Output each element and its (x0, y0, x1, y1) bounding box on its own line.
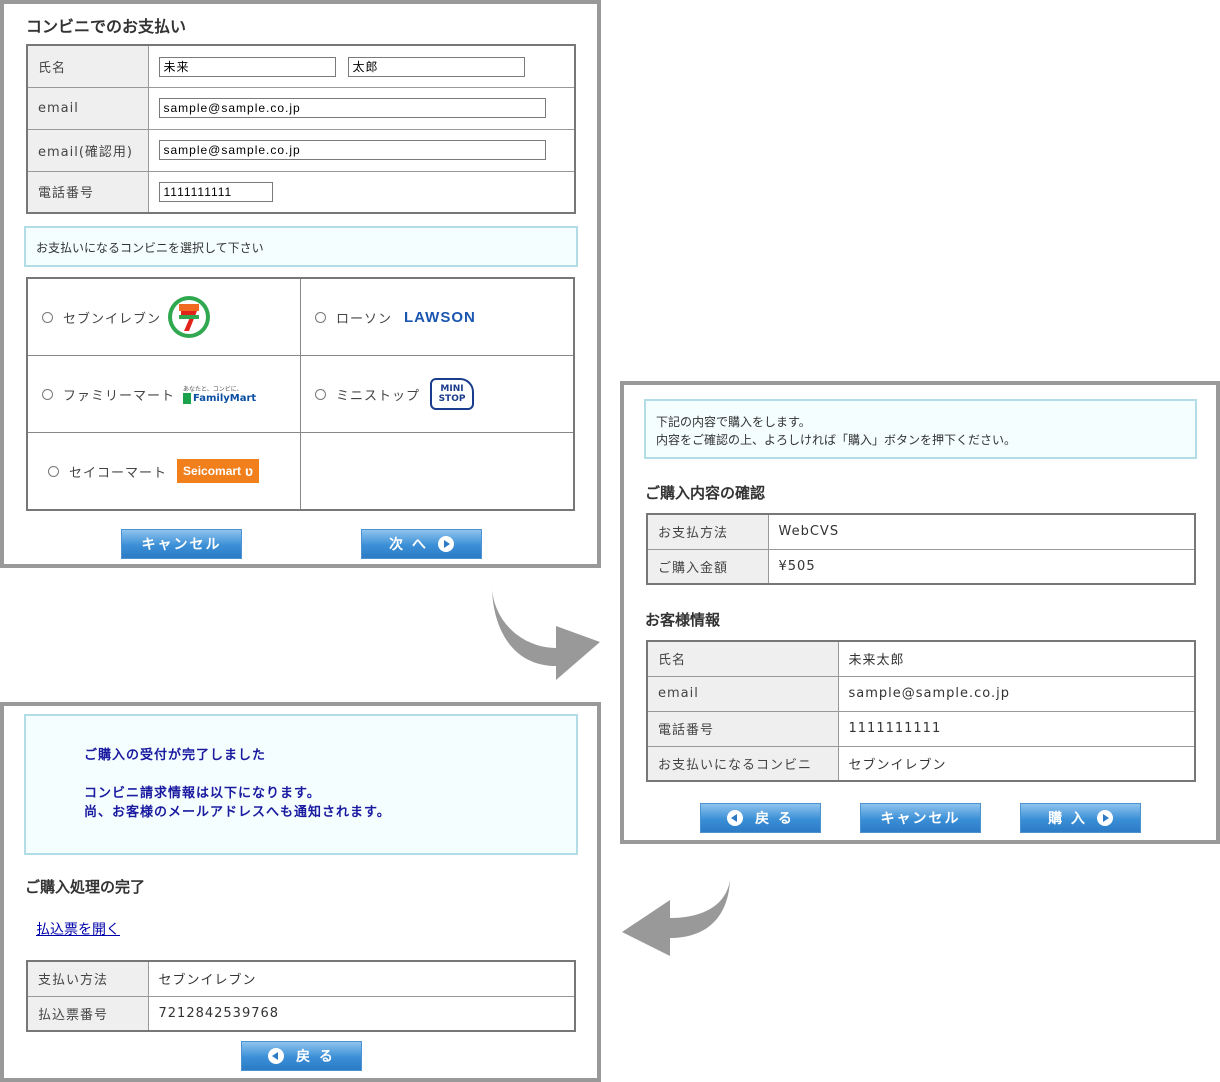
store-name: ローソン (336, 311, 393, 327)
order-section-title: ご購入内容の確認 (645, 484, 766, 502)
ministop-logo-line2: STOP (438, 394, 466, 404)
store-name: セイコーマート (69, 465, 168, 481)
notice-line-2: 内容をご確認の上、よろしければ「購入」ボタンを押下ください。 (656, 433, 1017, 447)
completion-section-title: ご購入処理の完了 (25, 878, 146, 896)
purchase-button-label: 購 入 (1048, 811, 1087, 827)
customer-phone-value: 1111111111 (837, 710, 1196, 747)
next-button-label: 次 へ (389, 537, 428, 553)
flow-arrow-left-icon (622, 880, 730, 956)
back-button-label: 戻 る (755, 811, 794, 827)
cancel-button-label: キャンセル (880, 811, 961, 827)
radio-button[interactable] (42, 388, 53, 400)
customer-phone-label: 電話番号 (646, 710, 839, 747)
confirm-notice: 下記の内容で購入をします。 内容をご確認の上、よろしければ「購入」ボタンを押下く… (644, 399, 1197, 459)
store-option-familymart[interactable]: ファミリーマート あなたと、コンビに、 FamilyMart (28, 384, 300, 404)
store-name: ミニストップ (336, 388, 421, 404)
store-name: ファミリーマート (63, 388, 176, 404)
email-input[interactable]: sample@sample.co.jp (158, 97, 546, 118)
seven-eleven-logo (168, 296, 211, 338)
phone-input[interactable]: 1111111111 (158, 181, 273, 202)
completion-notice: ご購入の受付が完了しました コンビニ請求情報は以下になります。 尚、お客様のメー… (24, 714, 578, 855)
cancel-button[interactable]: キャンセル (121, 529, 242, 559)
customer-form-table: 氏名 未来 太郎 email sample@sample.co.jp email… (26, 44, 576, 214)
store-option-ministop[interactable]: ミニストップ MINI STOP (301, 378, 573, 410)
cancel-button-label: キャンセル (141, 537, 222, 553)
payment-method-value: WebCVS (767, 513, 1196, 550)
customer-email-value: sample@sample.co.jp (837, 675, 1196, 712)
completion-message-line-2: コンビニ請求情報は以下になります。 (84, 786, 321, 801)
flow-arrow-right-icon (492, 590, 600, 680)
customer-store-value: セブンイレブン (837, 745, 1196, 782)
payment-method-label: お支払方法 (646, 513, 769, 550)
cancel-button[interactable]: キャンセル (860, 803, 981, 833)
back-button-label: 戻 る (296, 1049, 335, 1065)
arrow-left-icon (268, 1048, 285, 1064)
radio-button[interactable] (42, 311, 53, 323)
ministop-logo-line1: MINI (440, 384, 464, 394)
back-button[interactable]: 戻 る (700, 803, 821, 833)
arrow-left-icon (727, 810, 744, 826)
store-option-lawson[interactable]: ローソン LAWSON (301, 308, 573, 327)
radio-button[interactable] (48, 465, 59, 477)
back-button[interactable]: 戻 る (241, 1041, 362, 1071)
radio-button[interactable] (315, 388, 326, 400)
store-option-seicomart[interactable]: セイコーマート Seicomart ʋ (28, 459, 300, 483)
confirm-panel: 下記の内容で購入をします。 内容をご確認の上、よろしければ「購入」ボタンを押下く… (620, 381, 1220, 844)
order-table: お支払方法 WebCVS ご購入金額 ¥505 (646, 513, 1196, 585)
completion-message-line-1: ご購入の受付が完了しました (84, 748, 267, 763)
open-payment-slip-link[interactable]: 払込票を開く (36, 919, 120, 939)
completion-panel: ご購入の受付が完了しました コンビニ請求情報は以下になります。 尚、お客様のメー… (0, 702, 601, 1082)
page-title: コンビニでのお支払い (26, 17, 187, 36)
familymart-logo: あなたと、コンビに、 FamilyMart (183, 384, 256, 404)
store-name: セブンイレブン (63, 311, 162, 327)
completion-message-line-3: 尚、お客様のメールアドレスへも通知されます。 (84, 805, 391, 820)
payment-result-table: 支払い方法 セブンイレブン 払込票番号 7212842539768 (26, 960, 576, 1032)
store-selection-grid: セブンイレブン ローソン LAWSON ファミリーマート あなたと、コンビに、 … (26, 277, 575, 511)
ministop-logo: MINI STOP (430, 378, 475, 410)
pay-method-value: セブンイレブン (147, 960, 576, 997)
notice-line-1: 下記の内容で購入をします。 (656, 415, 811, 429)
customer-info-table: 氏名 未来太郎 email sample@sample.co.jp 電話番号 1… (646, 640, 1196, 782)
email-confirm-label: email(確認用) (26, 128, 149, 172)
arrow-right-icon (1096, 810, 1113, 826)
empty-cell (300, 432, 575, 511)
customer-store-label: お支払いになるコンビニ (646, 745, 839, 782)
store-option-seven-eleven[interactable]: セブンイレブン (28, 295, 300, 339)
purchase-button[interactable]: 購 入 (1020, 803, 1141, 833)
familymart-wordmark: FamilyMart (183, 393, 256, 404)
customer-name-value: 未来太郎 (837, 640, 1196, 677)
phone-label: 電話番号 (26, 170, 149, 214)
email-confirm-input[interactable]: sample@sample.co.jp (158, 139, 546, 160)
pay-method-label: 支払い方法 (26, 960, 149, 997)
lawson-logo: LAWSON (404, 308, 476, 326)
customer-name-label: 氏名 (646, 640, 839, 677)
arrow-right-icon (437, 536, 454, 552)
radio-button[interactable] (315, 311, 326, 323)
next-button[interactable]: 次 へ (361, 529, 482, 559)
payment-input-panel: コンビニでのお支払い 氏名 未来 太郎 email sample@sample.… (0, 0, 601, 568)
last-name-input[interactable]: 未来 (158, 57, 336, 77)
first-name-input[interactable]: 太郎 (347, 57, 525, 77)
slip-number-label: 払込票番号 (26, 995, 149, 1032)
customer-section-title: お客様情報 (645, 611, 721, 629)
customer-email-label: email (646, 675, 839, 712)
select-store-notice: お支払いになるコンビニを選択して下さい (24, 226, 578, 267)
email-label: email (26, 86, 149, 130)
familymart-tagline: あなたと、コンビに、 (183, 386, 243, 393)
amount-value: ¥505 (767, 548, 1196, 585)
name-label: 氏名 (26, 44, 149, 88)
seicomart-bird-icon: ʋ (245, 463, 254, 479)
seicomart-wordmark: Seicomart (183, 464, 242, 478)
slip-number-value: 7212842539768 (147, 995, 576, 1032)
seicomart-logo: Seicomart ʋ (177, 459, 260, 483)
amount-label: ご購入金額 (646, 548, 769, 585)
